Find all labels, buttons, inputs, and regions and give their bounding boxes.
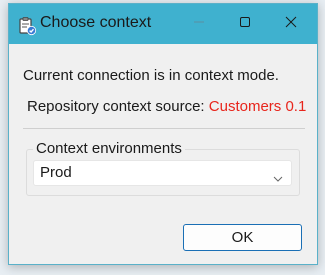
repository-context-label: Repository context source: <box>27 98 205 115</box>
dialog-content: Current connection is in context mode. R… <box>9 44 317 264</box>
maximize-button[interactable] <box>222 4 268 44</box>
close-button[interactable] <box>268 4 314 44</box>
window-title: Choose context <box>40 14 152 31</box>
close-icon <box>285 15 297 33</box>
minimize-button[interactable] <box>176 4 222 44</box>
context-environment-select[interactable]: Prod <box>33 160 292 186</box>
maximize-icon <box>239 15 251 33</box>
chevron-down-icon <box>273 170 283 182</box>
context-environment-selected: Prod <box>40 164 72 181</box>
ok-button[interactable]: OK <box>183 224 302 251</box>
minimize-icon <box>193 15 205 33</box>
context-environments-label: Context environments <box>33 140 185 158</box>
repository-context-line: Repository context source: Customers 0.1 <box>27 98 306 116</box>
current-connection-text: Current connection is in context mode. <box>23 67 279 84</box>
separator <box>23 128 305 129</box>
choose-context-dialog: Choose context Current connection is in … <box>8 3 318 265</box>
clipboard-check-icon <box>17 16 37 36</box>
repository-context-value: Customers 0.1 <box>208 98 307 115</box>
title-bar[interactable]: Choose context <box>9 4 317 44</box>
